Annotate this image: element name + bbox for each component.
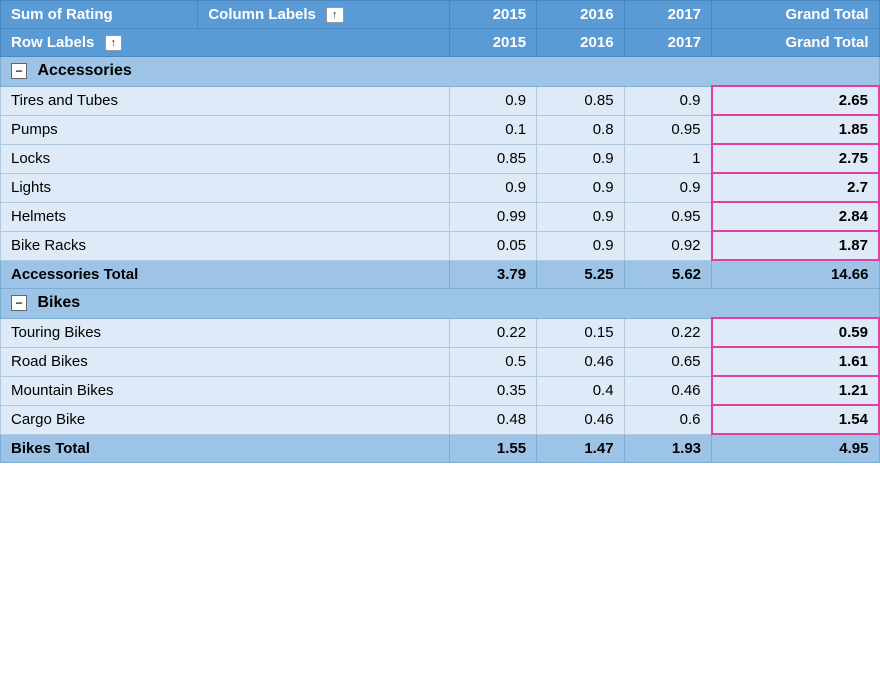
road-bikes-label: Road Bikes: [1, 347, 450, 376]
mountain-bikes-grand: 1.21: [712, 376, 879, 405]
touring-bikes-grand: 0.59: [712, 318, 879, 347]
year-2016-header: 2016: [537, 1, 624, 29]
category-bikes: − Bikes: [1, 289, 880, 319]
bike-racks-2015: 0.05: [449, 231, 536, 260]
row-labels-cell: Row Labels ↑: [1, 29, 450, 57]
accessories-total-row: Accessories Total 3.79 5.25 5.62 14.66: [1, 260, 880, 289]
row-labels-text: Row Labels: [11, 34, 94, 51]
road-bikes-2015: 0.5: [449, 347, 536, 376]
collapse-bikes-btn[interactable]: −: [11, 295, 27, 311]
bikes-total-2015: 1.55: [449, 434, 536, 463]
category-accessories: − Accessories: [1, 57, 880, 87]
bikes-label: Bikes: [37, 294, 80, 311]
mountain-bikes-2015: 0.35: [449, 376, 536, 405]
grand-total-header2: Grand Total: [712, 29, 879, 57]
pumps-2017: 0.95: [624, 115, 711, 144]
column-labels-text: Column Labels: [208, 6, 316, 23]
year-2015-header: 2015: [449, 1, 536, 29]
lights-2016: 0.9: [537, 173, 624, 202]
row-pumps: Pumps 0.1 0.8 0.95 1.85: [1, 115, 880, 144]
locks-label: Locks: [1, 144, 450, 173]
accessories-total-grand: 14.66: [712, 260, 879, 289]
bike-racks-label: Bike Racks: [1, 231, 450, 260]
row-tires-and-tubes: Tires and Tubes 0.9 0.85 0.9 2.65: [1, 86, 880, 115]
tires-grand: 2.65: [712, 86, 879, 115]
collapse-accessories-btn[interactable]: −: [11, 63, 27, 79]
lights-label: Lights: [1, 173, 450, 202]
row-touring-bikes: Touring Bikes 0.22 0.15 0.22 0.59: [1, 318, 880, 347]
grand-total-header: Grand Total: [712, 1, 879, 29]
bike-racks-2017: 0.92: [624, 231, 711, 260]
pumps-label: Pumps: [1, 115, 450, 144]
helmets-2015: 0.99: [449, 202, 536, 231]
row-labels-sort-btn[interactable]: ↑: [105, 35, 123, 51]
pumps-grand: 1.85: [712, 115, 879, 144]
locks-grand: 2.75: [712, 144, 879, 173]
year-2017-header: 2017: [624, 1, 711, 29]
year-2016-header2: 2016: [537, 29, 624, 57]
row-locks: Locks 0.85 0.9 1 2.75: [1, 144, 880, 173]
bikes-total-grand: 4.95: [712, 434, 879, 463]
bikes-total-2017: 1.93: [624, 434, 711, 463]
accessories-category-label: − Accessories: [1, 57, 880, 87]
mountain-bikes-2016: 0.4: [537, 376, 624, 405]
mountain-bikes-2017: 0.46: [624, 376, 711, 405]
bikes-total-label: Bikes Total: [1, 434, 450, 463]
header-row-2: Row Labels ↑ 2015 2016 2017 Grand Total: [1, 29, 880, 57]
road-bikes-2017: 0.65: [624, 347, 711, 376]
touring-bikes-2016: 0.15: [537, 318, 624, 347]
lights-2015: 0.9: [449, 173, 536, 202]
row-cargo-bike: Cargo Bike 0.48 0.46 0.6 1.54: [1, 405, 880, 434]
cargo-bike-grand: 1.54: [712, 405, 879, 434]
accessories-total-label: Accessories Total: [1, 260, 450, 289]
cargo-bike-label: Cargo Bike: [1, 405, 450, 434]
tires-2015: 0.9: [449, 86, 536, 115]
cargo-bike-2015: 0.48: [449, 405, 536, 434]
accessories-label: Accessories: [37, 62, 131, 79]
cargo-bike-2017: 0.6: [624, 405, 711, 434]
column-labels-cell: Column Labels ↑: [198, 1, 449, 29]
pivot-table: Sum of Rating Column Labels ↑ 2015 2016 …: [0, 0, 880, 463]
column-labels-sort-btn[interactable]: ↑: [326, 7, 344, 23]
accessories-total-2015: 3.79: [449, 260, 536, 289]
bike-racks-2016: 0.9: [537, 231, 624, 260]
touring-bikes-label: Touring Bikes: [1, 318, 450, 347]
road-bikes-grand: 1.61: [712, 347, 879, 376]
sum-of-rating-text: Sum of Rating: [11, 6, 113, 23]
year-2017-header2: 2017: [624, 29, 711, 57]
locks-2016: 0.9: [537, 144, 624, 173]
row-road-bikes: Road Bikes 0.5 0.46 0.65 1.61: [1, 347, 880, 376]
bike-racks-grand: 1.87: [712, 231, 879, 260]
tires-label: Tires and Tubes: [1, 86, 450, 115]
tires-2016: 0.85: [537, 86, 624, 115]
sum-of-rating-label: Sum of Rating: [1, 1, 198, 29]
row-helmets: Helmets 0.99 0.9 0.95 2.84: [1, 202, 880, 231]
header-row-1: Sum of Rating Column Labels ↑ 2015 2016 …: [1, 1, 880, 29]
row-bike-racks: Bike Racks 0.05 0.9 0.92 1.87: [1, 231, 880, 260]
lights-2017: 0.9: [624, 173, 711, 202]
touring-bikes-2017: 0.22: [624, 318, 711, 347]
year-2015-header2: 2015: [449, 29, 536, 57]
row-lights: Lights 0.9 0.9 0.9 2.7: [1, 173, 880, 202]
bikes-category-label: − Bikes: [1, 289, 880, 319]
bikes-total-2016: 1.47: [537, 434, 624, 463]
locks-2017: 1: [624, 144, 711, 173]
road-bikes-2016: 0.46: [537, 347, 624, 376]
tires-2017: 0.9: [624, 86, 711, 115]
lights-grand: 2.7: [712, 173, 879, 202]
pumps-2016: 0.8: [537, 115, 624, 144]
row-mountain-bikes: Mountain Bikes 0.35 0.4 0.46 1.21: [1, 376, 880, 405]
accessories-total-2017: 5.62: [624, 260, 711, 289]
helmets-grand: 2.84: [712, 202, 879, 231]
locks-2015: 0.85: [449, 144, 536, 173]
bikes-total-row: Bikes Total 1.55 1.47 1.93 4.95: [1, 434, 880, 463]
helmets-2017: 0.95: [624, 202, 711, 231]
accessories-total-2016: 5.25: [537, 260, 624, 289]
touring-bikes-2015: 0.22: [449, 318, 536, 347]
helmets-label: Helmets: [1, 202, 450, 231]
pumps-2015: 0.1: [449, 115, 536, 144]
mountain-bikes-label: Mountain Bikes: [1, 376, 450, 405]
helmets-2016: 0.9: [537, 202, 624, 231]
cargo-bike-2016: 0.46: [537, 405, 624, 434]
